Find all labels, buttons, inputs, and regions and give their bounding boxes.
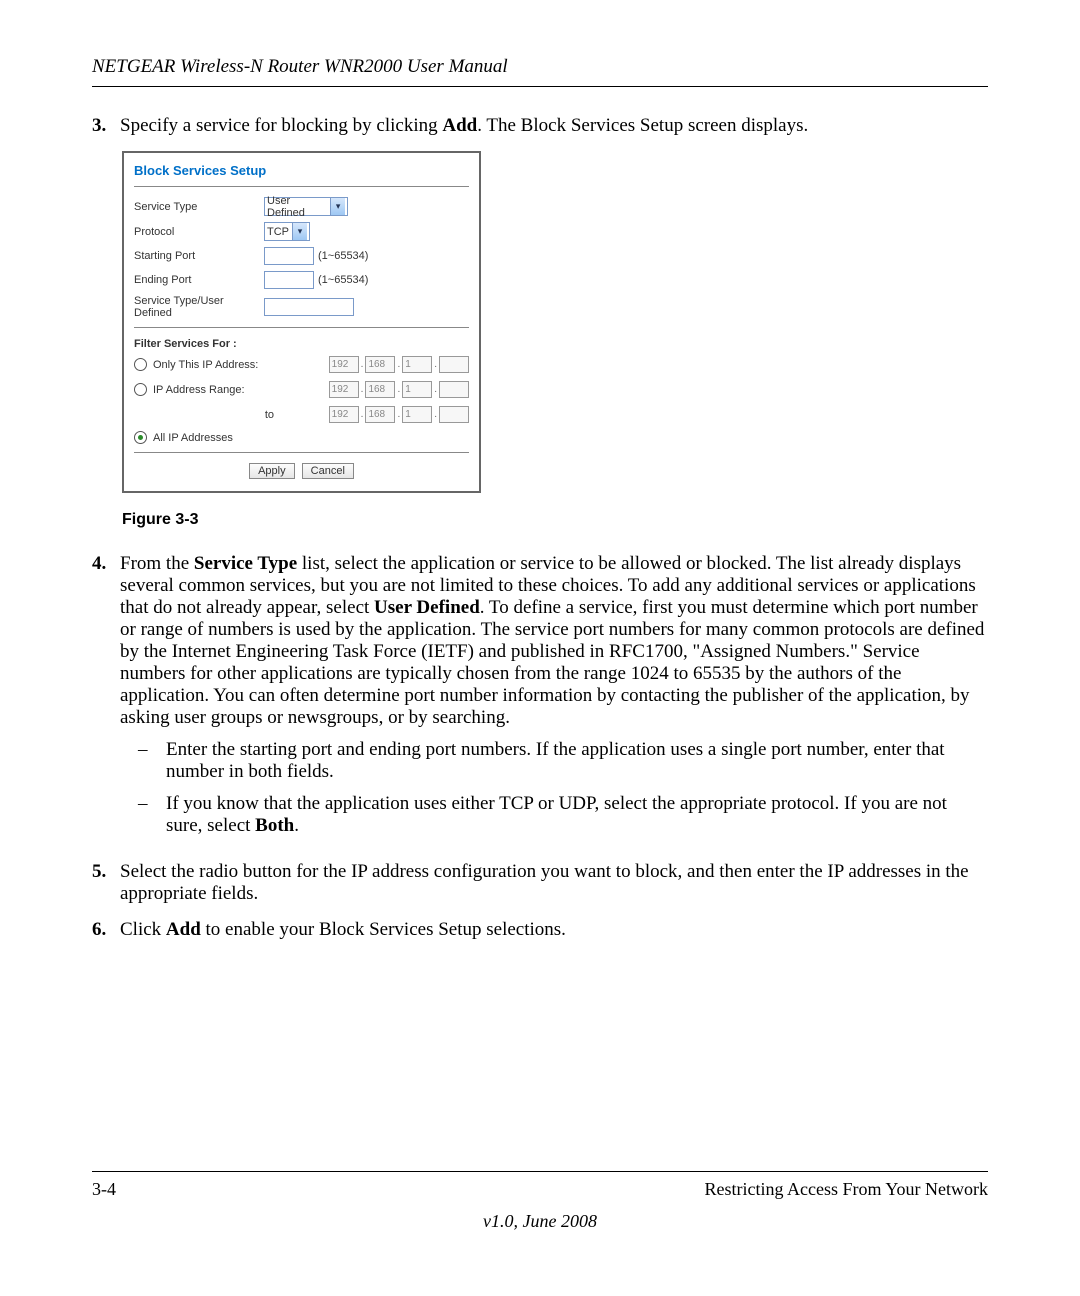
select-value: User Defined xyxy=(267,195,330,219)
cancel-button[interactable]: Cancel xyxy=(302,463,354,479)
filter-services-for-label: Filter Services For : xyxy=(134,338,469,350)
ip-octet-input[interactable] xyxy=(439,406,469,423)
sub-bullet: – Enter the starting port and ending por… xyxy=(138,739,988,783)
ip-octet-input[interactable]: 168 xyxy=(365,381,395,398)
step-body: Select the radio button for the IP addre… xyxy=(120,861,988,905)
ip-range-radio[interactable] xyxy=(134,383,147,396)
text: to enable your Block Services Setup sele… xyxy=(201,919,566,940)
text: Enter the starting port and ending port … xyxy=(166,739,988,783)
text: . The Block Services Setup screen displa… xyxy=(477,115,808,136)
dash-icon: – xyxy=(138,793,166,837)
ip-range-label: IP Address Range: xyxy=(153,384,271,396)
bold-add: Add xyxy=(166,919,201,940)
step-3: 3. Specify a service for blocking by cli… xyxy=(92,115,988,137)
dash-icon: – xyxy=(138,739,166,783)
section-title: Restricting Access From Your Network xyxy=(705,1179,988,1200)
ending-port-input[interactable] xyxy=(264,271,314,289)
step-number: 6. xyxy=(92,919,120,941)
ip-octet-input[interactable]: 192 xyxy=(329,381,359,398)
text: Click xyxy=(120,919,166,940)
starting-port-input[interactable] xyxy=(264,247,314,265)
page-number: 3-4 xyxy=(92,1179,116,1200)
port-range-note: (1~65534) xyxy=(318,250,368,262)
port-range-note: (1~65534) xyxy=(318,274,368,286)
service-type-select[interactable]: User Defined ▾ xyxy=(264,197,348,216)
ip-octet-input[interactable]: 168 xyxy=(365,356,395,373)
select-value: TCP xyxy=(267,226,289,238)
range-to-fields: 192. 168. 1. xyxy=(329,406,469,423)
step-body: Specify a service for blocking by clicki… xyxy=(120,115,988,137)
all-ip-label: All IP Addresses xyxy=(153,432,233,444)
text: Specify a service for blocking by clicki… xyxy=(120,115,442,136)
to-label: to xyxy=(134,409,280,421)
ending-port-label: Ending Port xyxy=(134,274,264,286)
figure-caption: Figure 3-3 xyxy=(122,511,988,529)
only-this-ip-radio[interactable] xyxy=(134,358,147,371)
text: From the xyxy=(120,553,194,574)
protocol-select[interactable]: TCP ▾ xyxy=(264,222,310,241)
step-5: 5. Select the radio button for the IP ad… xyxy=(92,861,988,905)
user-defined-input[interactable] xyxy=(264,298,354,316)
chevron-down-icon: ▾ xyxy=(330,198,345,215)
panel-title: Block Services Setup xyxy=(134,163,469,178)
service-type-label: Service Type xyxy=(134,201,264,213)
bold-add: Add xyxy=(442,115,477,136)
only-this-ip-label: Only This IP Address: xyxy=(153,359,271,371)
step-number: 5. xyxy=(92,861,120,905)
ip-octet-input[interactable]: 1 xyxy=(402,356,432,373)
ip-octet-input[interactable]: 192 xyxy=(329,406,359,423)
version-footer: v1.0, June 2008 xyxy=(0,1211,1080,1232)
page-header: NETGEAR Wireless-N Router WNR2000 User M… xyxy=(92,56,988,87)
chevron-down-icon: ▾ xyxy=(292,223,307,240)
bold-service-type: Service Type xyxy=(194,553,297,574)
text: . xyxy=(294,815,299,836)
ip-octet-input[interactable] xyxy=(439,356,469,373)
ip-octet-input[interactable]: 1 xyxy=(402,381,432,398)
starting-port-label: Starting Port xyxy=(134,250,264,262)
bold-both: Both xyxy=(255,815,294,836)
step-number: 3. xyxy=(92,115,120,137)
step-body: Click Add to enable your Block Services … xyxy=(120,919,988,941)
protocol-label: Protocol xyxy=(134,226,264,238)
all-ip-radio[interactable] xyxy=(134,431,147,444)
step-6: 6. Click Add to enable your Block Servic… xyxy=(92,919,988,941)
footer-rule xyxy=(92,1171,988,1172)
ip-octet-input[interactable]: 168 xyxy=(365,406,395,423)
only-ip-fields: 192. 168. 1. xyxy=(329,356,469,373)
user-defined-label: Service Type/User Defined xyxy=(134,295,264,319)
ip-octet-input[interactable]: 1 xyxy=(402,406,432,423)
range-from-fields: 192. 168. 1. xyxy=(329,381,469,398)
ip-octet-input[interactable]: 192 xyxy=(329,356,359,373)
bold-user-defined: User Defined xyxy=(374,597,480,618)
ip-octet-input[interactable] xyxy=(439,381,469,398)
step-4: 4. From the Service Type list, select th… xyxy=(92,553,988,847)
text: If you know that the application uses ei… xyxy=(166,793,988,837)
block-services-setup-screenshot: Block Services Setup Service Type User D… xyxy=(122,151,481,493)
sub-bullet: – If you know that the application uses … xyxy=(138,793,988,837)
step-number: 4. xyxy=(92,553,120,847)
step-body: From the Service Type list, select the a… xyxy=(120,553,988,847)
apply-button[interactable]: Apply xyxy=(249,463,295,479)
